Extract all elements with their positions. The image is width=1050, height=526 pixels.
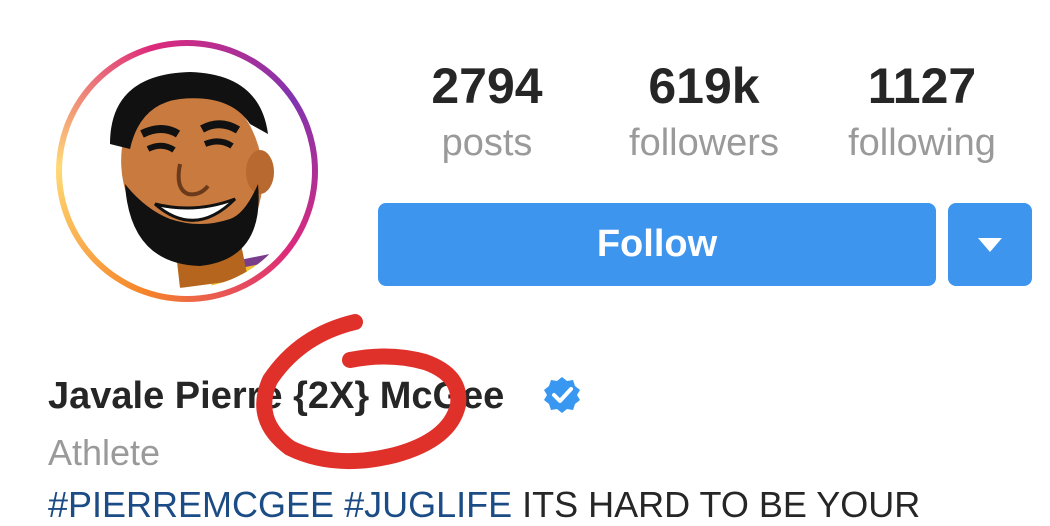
suggested-dropdown-button[interactable] — [948, 203, 1032, 286]
caret-down-icon — [978, 237, 1002, 252]
profile-category: Athlete — [48, 432, 161, 473]
profile-name: Javale Pierre {2X} McGee — [48, 375, 505, 417]
bio-text: ITS HARD TO BE YOUR — [522, 484, 921, 525]
bio-hashtag-2[interactable]: #JUGLIFE — [344, 484, 512, 525]
stat-posts: 2794 posts — [387, 56, 587, 166]
followers-count[interactable]: 619k — [604, 56, 804, 116]
profile-avatar[interactable] — [70, 54, 304, 288]
follow-button[interactable]: Follow — [378, 203, 936, 286]
verified-badge-icon — [544, 377, 580, 413]
avatar-illustration — [70, 54, 304, 288]
stat-following[interactable]: 1127 following — [822, 56, 1022, 166]
bio-hashtag-1[interactable]: #PIERREMCGEE — [48, 484, 334, 525]
profile-avatar-ring[interactable] — [56, 40, 318, 302]
following-count[interactable]: 1127 — [822, 56, 1022, 116]
profile-bio: #PIERREMCGEE #JUGLIFE ITS HARD TO BE YOU… — [48, 484, 920, 526]
following-label[interactable]: following — [822, 120, 1022, 166]
posts-count: 2794 — [431, 58, 543, 114]
followers-label[interactable]: followers — [604, 120, 804, 166]
stat-followers[interactable]: 619k followers — [604, 56, 804, 166]
posts-label: posts — [441, 122, 533, 164]
